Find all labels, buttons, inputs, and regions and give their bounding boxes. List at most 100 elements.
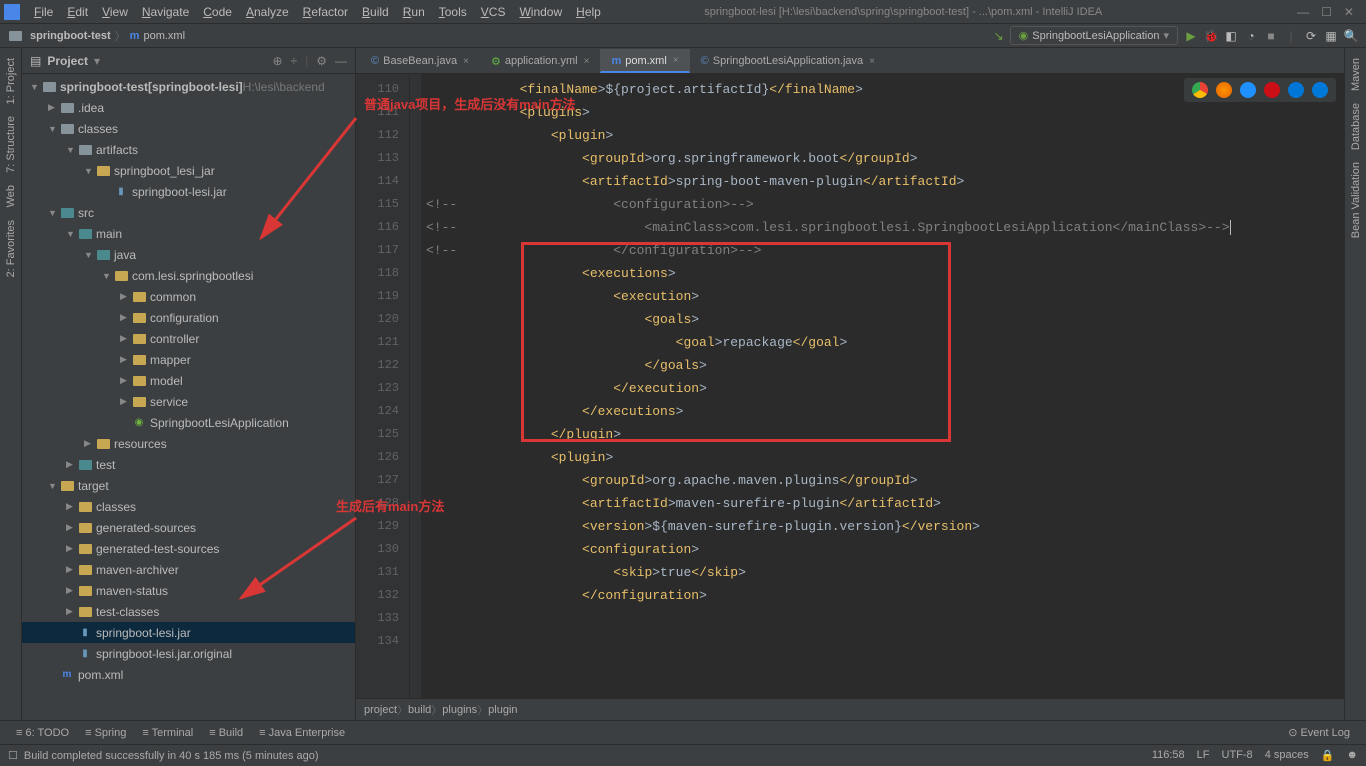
status-item[interactable]: 116:58 xyxy=(1152,749,1185,762)
close-tab-icon[interactable]: × xyxy=(463,56,469,67)
menu-build[interactable]: Build xyxy=(356,3,395,21)
menu-refactor[interactable]: Refactor xyxy=(297,3,354,21)
edge-icon[interactable] xyxy=(1312,82,1328,98)
feedback-icon[interactable]: ☻ xyxy=(1346,749,1358,762)
breadcrumb[interactable]: springboot-test 〉 m pom.xml xyxy=(8,28,185,44)
tree-item[interactable]: ▮springboot-lesi.jar xyxy=(22,622,355,643)
tree-item[interactable]: ▼classes xyxy=(22,118,355,139)
tree-item[interactable]: ▶.idea xyxy=(22,97,355,118)
menu-code[interactable]: Code xyxy=(197,3,238,21)
status-item[interactable]: UTF-8 xyxy=(1222,749,1253,762)
crumb-item[interactable]: plugins xyxy=(442,704,477,716)
tree-item[interactable]: ▮springboot-lesi.jar xyxy=(22,181,355,202)
divide-icon[interactable]: ÷ xyxy=(291,54,298,68)
bottom-tab-spring[interactable]: ≡ Spring xyxy=(77,725,134,741)
tree-item[interactable]: ▼main xyxy=(22,223,355,244)
firefox-icon[interactable] xyxy=(1216,82,1232,98)
menu-tools[interactable]: Tools xyxy=(433,3,473,21)
tree-item[interactable]: ▮springboot-lesi.jar.original xyxy=(22,643,355,664)
minimize-button[interactable]: — xyxy=(1297,5,1309,19)
close-tab-icon[interactable]: × xyxy=(584,56,590,67)
tree-item[interactable]: ▶model xyxy=(22,370,355,391)
opera-icon[interactable] xyxy=(1264,82,1280,98)
run-button[interactable]: ▶ xyxy=(1184,29,1198,43)
close-tab-icon[interactable]: × xyxy=(673,55,679,66)
collapse-icon[interactable]: ⊕ xyxy=(272,54,282,68)
tree-item[interactable]: ▼src xyxy=(22,202,355,223)
right-tab-database[interactable]: Database xyxy=(1348,97,1364,156)
tree-item[interactable]: ▼java xyxy=(22,244,355,265)
editor-tab[interactable]: ©BaseBean.java× xyxy=(360,49,480,73)
menu-navigate[interactable]: Navigate xyxy=(136,3,195,21)
left-tab-favorites[interactable]: 2: Favorites xyxy=(3,214,19,283)
tree-item[interactable]: ▶classes xyxy=(22,496,355,517)
right-tab-maven[interactable]: Maven xyxy=(1348,52,1364,97)
menu-vcs[interactable]: VCS xyxy=(475,3,512,21)
project-tree[interactable]: ▼springboot-test [springboot-lesi] H:\le… xyxy=(22,74,355,720)
menu-file[interactable]: File xyxy=(28,3,59,21)
profile-button[interactable]: ◔ xyxy=(1244,29,1258,43)
tree-item[interactable]: ▶mapper xyxy=(22,349,355,370)
tree-item[interactable]: ▶generated-sources xyxy=(22,517,355,538)
tree-item[interactable]: ▶maven-archiver xyxy=(22,559,355,580)
tree-item[interactable]: ◉SpringbootLesiApplication xyxy=(22,412,355,433)
fold-column[interactable] xyxy=(410,74,422,698)
menu-view[interactable]: View xyxy=(96,3,134,21)
menu-analyze[interactable]: Analyze xyxy=(240,3,295,21)
hammer-icon[interactable]: ↘ xyxy=(994,29,1004,43)
bottom-tab-todo[interactable]: ≡ 6: TODO xyxy=(8,725,77,741)
ie-icon[interactable] xyxy=(1288,82,1304,98)
project-panel-title[interactable]: Project xyxy=(47,54,88,68)
run-configuration-dropdown[interactable]: ◉ SpringbootLesiApplication ▾ xyxy=(1010,26,1178,45)
close-tab-icon[interactable]: × xyxy=(869,56,875,67)
line-gutter[interactable]: 1101111121131141151161171181191201211221… xyxy=(356,74,410,698)
tree-item[interactable]: ▶configuration xyxy=(22,307,355,328)
editor-tab[interactable]: mpom.xml× xyxy=(600,49,689,73)
tree-item[interactable]: ▶test xyxy=(22,454,355,475)
safari-icon[interactable] xyxy=(1240,82,1256,98)
tree-item[interactable]: ▶maven-status xyxy=(22,580,355,601)
close-button[interactable]: ✕ xyxy=(1344,5,1354,19)
crumb-item[interactable]: build xyxy=(408,704,431,716)
menu-help[interactable]: Help xyxy=(570,3,607,21)
menu-run[interactable]: Run xyxy=(397,3,431,21)
crumb-item[interactable]: plugin xyxy=(488,704,517,716)
tree-item[interactable]: ▶common xyxy=(22,286,355,307)
editor-breadcrumb[interactable]: project 〉 build 〉 plugins 〉 plugin xyxy=(356,698,1344,720)
status-item[interactable]: LF xyxy=(1197,749,1210,762)
settings-icon[interactable]: ⚙ xyxy=(316,54,327,68)
menu-window[interactable]: Window xyxy=(513,3,568,21)
tree-item[interactable]: ▶test-classes xyxy=(22,601,355,622)
update-button[interactable]: ⟳ xyxy=(1304,29,1318,43)
left-tab-project[interactable]: 1: Project xyxy=(3,52,19,110)
event-log-button[interactable]: ⊙ Event Log xyxy=(1280,724,1358,741)
menu-edit[interactable]: Edit xyxy=(61,3,94,21)
chrome-icon[interactable] xyxy=(1192,82,1208,98)
status-icon[interactable]: ☐ xyxy=(8,749,18,762)
maximize-button[interactable]: ☐ xyxy=(1321,5,1332,19)
coverage-button[interactable]: ◧ xyxy=(1224,29,1238,43)
tree-item[interactable]: ▶generated-test-sources xyxy=(22,538,355,559)
editor-tab[interactable]: ⚙application.yml× xyxy=(480,49,600,73)
tree-item[interactable]: ▼artifacts xyxy=(22,139,355,160)
tree-item[interactable]: ▼com.lesi.springbootlesi xyxy=(22,265,355,286)
tree-item[interactable]: ▼target xyxy=(22,475,355,496)
debug-button[interactable]: 🐞 xyxy=(1204,29,1218,43)
editor-tab[interactable]: ©SpringbootLesiApplication.java× xyxy=(690,49,886,73)
tree-item[interactable]: ▼springboot_lesi_jar xyxy=(22,160,355,181)
tree-item[interactable]: ▼springboot-test [springboot-lesi] H:\le… xyxy=(22,76,355,97)
tree-item[interactable]: ▶resources xyxy=(22,433,355,454)
left-tab-web[interactable]: Web xyxy=(3,179,19,213)
search-button[interactable]: 🔍 xyxy=(1344,29,1358,43)
bottom-tab-javaenterprise[interactable]: ≡ Java Enterprise xyxy=(251,725,353,741)
right-tab-beanvalidation[interactable]: Bean Validation xyxy=(1348,156,1364,244)
tree-item[interactable]: ▶service xyxy=(22,391,355,412)
code-editor[interactable]: <finalName>${project.artifactId}</finalN… xyxy=(422,74,1344,698)
crumb-item[interactable]: project xyxy=(364,704,397,716)
stop-button[interactable]: ■ xyxy=(1264,29,1278,43)
left-tab-structure[interactable]: 7: Structure xyxy=(3,110,19,179)
lock-icon[interactable]: 🔒 xyxy=(1321,749,1335,762)
bottom-tab-terminal[interactable]: ≡ Terminal xyxy=(134,725,201,741)
tree-item[interactable]: mpom.xml xyxy=(22,664,355,685)
structure-button[interactable]: ▦ xyxy=(1324,29,1338,43)
